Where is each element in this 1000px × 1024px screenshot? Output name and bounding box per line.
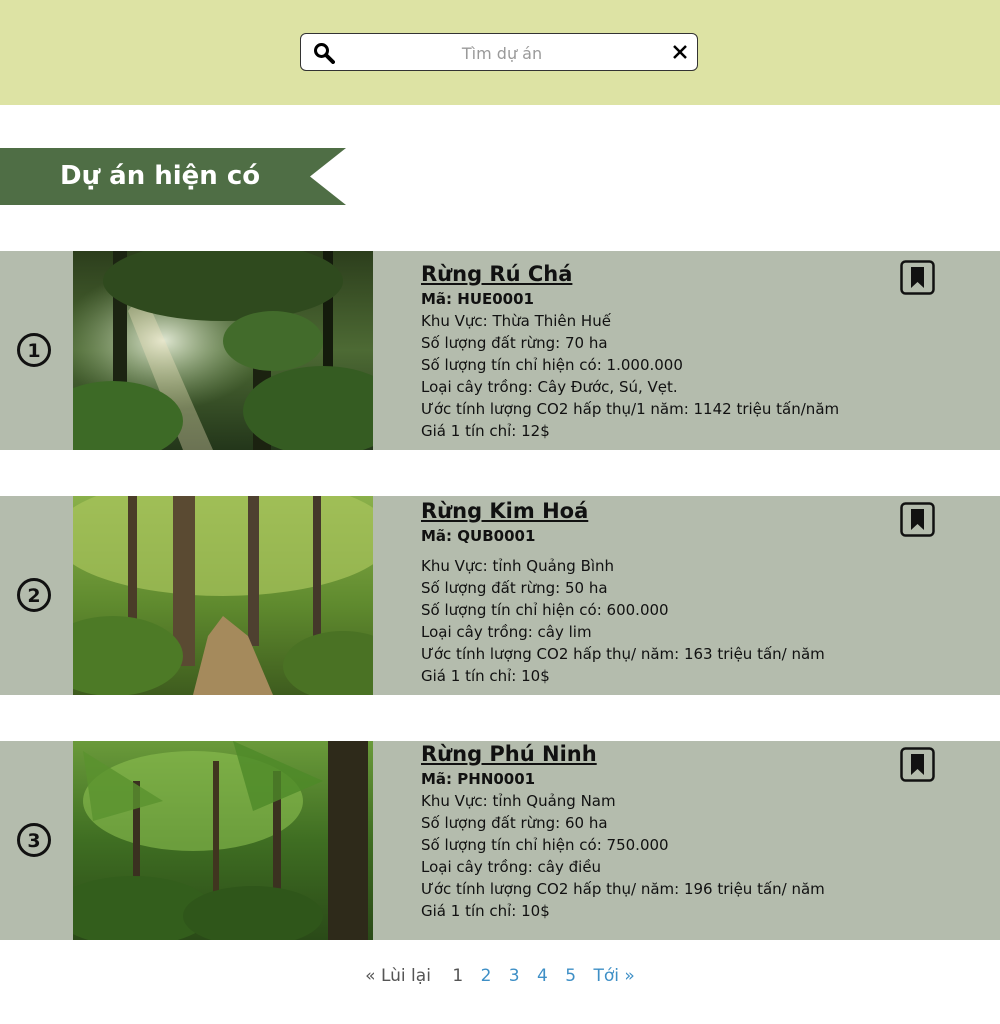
project-region: Khu Vực: tỉnh Quảng Nam — [421, 792, 616, 810]
section-title: Dự án hiện có — [60, 161, 261, 191]
project-region: Khu Vực: tỉnh Quảng Bình — [421, 557, 615, 575]
project-number-badge: 1 — [17, 333, 51, 367]
project-number: 1 — [27, 340, 40, 362]
search-icon[interactable] — [313, 42, 335, 64]
project-credits: Số lượng tín chỉ hiện có: 750.000 — [421, 836, 669, 854]
bookmark-icon[interactable] — [900, 502, 935, 537]
pagination-page[interactable]: 2 — [481, 966, 492, 986]
section-banner: Dự án hiện có — [0, 148, 346, 205]
top-bar — [0, 0, 1000, 105]
project-card: 1 Rừng Rú Chá Mã: HUE0001 Khu Vực: Thừa … — [0, 251, 1000, 450]
project-code: Mã: QUB0001 — [421, 527, 536, 545]
project-price: Giá 1 tín chỉ: 12$ — [421, 422, 550, 440]
pagination-page[interactable]: 5 — [565, 966, 576, 986]
project-co2: Ước tính lượng CO2 hấp thụ/1 năm: 1142 t… — [421, 400, 840, 418]
project-price: Giá 1 tín chỉ: 10$ — [421, 667, 550, 685]
project-region: Khu Vực: Thừa Thiên Huế — [421, 312, 611, 330]
project-tree-types: Loại cây trồng: Cây Đước, Sú, Vẹt. — [421, 378, 678, 396]
project-photo — [73, 741, 373, 940]
pagination-page[interactable]: 4 — [537, 966, 548, 986]
project-co2: Ước tính lượng CO2 hấp thụ/ năm: 196 tri… — [421, 880, 825, 898]
project-tree-types: Loại cây trồng: cây điều — [421, 858, 602, 876]
search-box[interactable] — [300, 33, 698, 71]
clear-search-icon[interactable] — [671, 43, 689, 61]
bookmark-icon[interactable] — [900, 260, 935, 295]
project-tree-types: Loại cây trồng: cây lim — [421, 623, 592, 641]
pagination-current-page: 1 — [452, 966, 464, 986]
project-number-badge: 2 — [17, 578, 51, 612]
project-photo — [73, 496, 373, 695]
project-land-area: Số lượng đất rừng: 50 ha — [421, 579, 608, 597]
search-input[interactable] — [347, 35, 657, 71]
project-code: Mã: PHN0001 — [421, 770, 536, 788]
pagination-page[interactable]: 3 — [509, 966, 520, 986]
project-code: Mã: HUE0001 — [421, 290, 534, 308]
project-info: Rừng Rú Chá Mã: HUE0001 Khu Vực: Thừa Th… — [421, 260, 891, 442]
project-credits: Số lượng tín chỉ hiện có: 600.000 — [421, 601, 669, 619]
pagination-prev[interactable]: « Lùi lại — [365, 966, 431, 986]
project-card: 2 Rừng Kim Hoá Mã: QUB0001 Khu Vực: tỉnh… — [0, 496, 1000, 695]
project-title-link[interactable]: Rừng Phú Ninh — [421, 740, 891, 768]
project-number: 3 — [27, 830, 40, 852]
project-price: Giá 1 tín chỉ: 10$ — [421, 902, 550, 920]
project-land-area: Số lượng đất rừng: 60 ha — [421, 814, 608, 832]
project-number-badge: 3 — [17, 823, 51, 857]
project-credits: Số lượng tín chỉ hiện có: 1.000.000 — [421, 356, 683, 374]
project-co2: Ước tính lượng CO2 hấp thụ/ năm: 163 tri… — [421, 645, 825, 663]
project-info: Rừng Kim Hoá Mã: QUB0001 Khu Vực: tỉnh Q… — [421, 497, 891, 687]
project-title-link[interactable]: Rừng Rú Chá — [421, 260, 891, 288]
project-photo — [73, 251, 373, 450]
project-title-link[interactable]: Rừng Kim Hoá — [421, 497, 891, 525]
project-number: 2 — [27, 585, 40, 607]
pagination-next[interactable]: Tới » — [594, 966, 635, 986]
pagination: « Lùi lại 1 2 3 4 5 Tới » — [0, 966, 1000, 994]
project-card: 3 Rừng Phú Ninh Mã: PHN0001 Khu Vực: tỉn… — [0, 741, 1000, 940]
bookmark-icon[interactable] — [900, 747, 935, 782]
project-land-area: Số lượng đất rừng: 70 ha — [421, 334, 608, 352]
project-info: Rừng Phú Ninh Mã: PHN0001 Khu Vực: tỉnh … — [421, 740, 891, 922]
